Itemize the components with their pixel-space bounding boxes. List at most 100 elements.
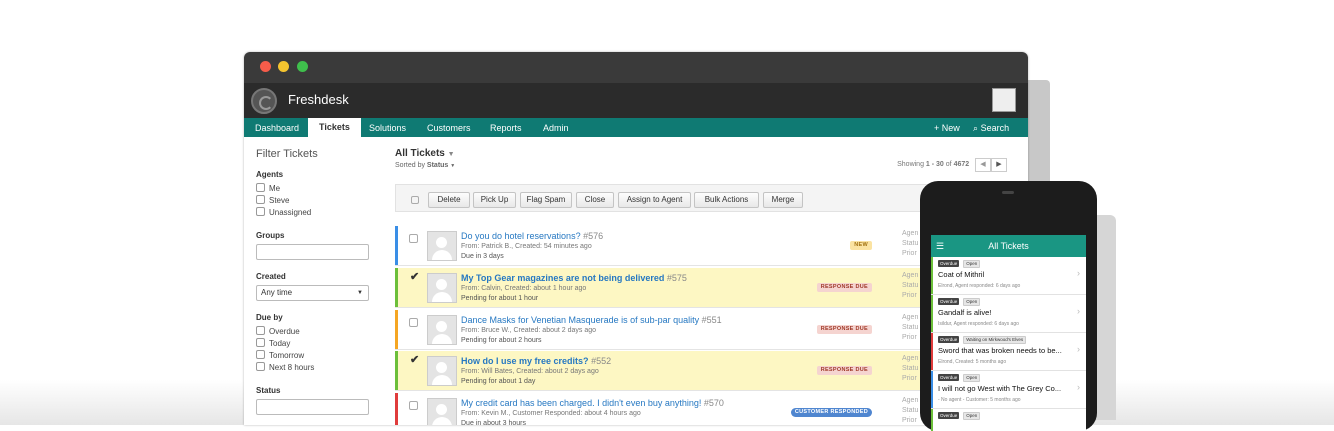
main-nav: Dashboard Tickets Solutions Customers Re… — [244, 118, 1028, 137]
checkbox[interactable] — [256, 207, 265, 216]
new-button[interactable]: + New — [934, 123, 960, 133]
window-titlebar — [244, 52, 1028, 83]
close-window-icon[interactable] — [260, 61, 271, 72]
ticket-subject[interactable]: My Top Gear magazines are not being deli… — [461, 273, 687, 283]
close-button[interactable]: Close — [576, 192, 614, 208]
sort-value: Status — [426, 162, 449, 169]
requester-avatar[interactable] — [427, 315, 457, 345]
checkmark-icon[interactable]: ✔ — [410, 270, 419, 283]
minimize-window-icon[interactable] — [278, 61, 289, 72]
option-label: Overdue — [269, 327, 300, 336]
ticket-number: #575 — [666, 273, 687, 283]
checkbox[interactable] — [256, 362, 265, 371]
phone-ticket-item[interactable]: Overdue Open I will not go West with The G… — [931, 371, 1086, 409]
select-all-checkbox[interactable] — [411, 196, 419, 204]
pick-up-button[interactable]: Pick Up — [473, 192, 516, 208]
phone-ticket-meta: Elrond, Agent responded: 6 days ago — [938, 283, 1021, 289]
filter-sidebar: Filter Tickets Agents Me Steve Unassigne… — [256, 148, 376, 415]
status-heading: Status — [256, 386, 281, 395]
search-button[interactable]: ⌕ Search — [973, 123, 1009, 134]
bulk-actions-button[interactable]: Bulk Actions — [694, 192, 759, 208]
app-header: Freshdesk — [244, 83, 1028, 118]
paging-prefix: Showing — [897, 161, 924, 168]
phone-ticket-item[interactable]: Overdue Open Gandalf is alive! Isildur, Age… — [931, 295, 1086, 333]
menu-icon[interactable]: ☰ — [936, 235, 944, 257]
status-color-bar — [395, 393, 398, 425]
tab-admin[interactable]: Admin — [543, 123, 569, 133]
status-input[interactable] — [256, 399, 369, 415]
user-avatar[interactable] — [992, 88, 1016, 112]
row-checkbox[interactable] — [409, 318, 418, 327]
status-color-bar — [395, 310, 398, 349]
flag-spam-button[interactable]: Flag Spam — [520, 192, 572, 208]
bulk-toolbar: Delete Pick Up Flag Spam Close Assign to… — [395, 184, 995, 212]
status-color-bar — [931, 409, 933, 431]
tab-reports[interactable]: Reports — [490, 123, 522, 133]
ticket-row[interactable]: My credit card has been charged. I didn'… — [395, 393, 995, 425]
ticket-properties: Agen Statu Prior — [902, 314, 919, 341]
ticket-tag: Overdue — [938, 260, 960, 267]
tab-solutions[interactable]: Solutions — [369, 123, 406, 133]
phone-ticket-title: Gandalf is alive! — [938, 308, 992, 317]
new-label: New — [941, 123, 960, 133]
due-option-next-8-hours[interactable]: Next 8 hours — [256, 362, 376, 374]
ticket-row[interactable]: ✔ My Top Gear magazines are not being del… — [395, 268, 995, 308]
row-checkbox[interactable] — [409, 234, 418, 243]
tab-dashboard[interactable]: Dashboard — [255, 123, 299, 133]
freshdesk-logo-icon[interactable] — [251, 88, 277, 114]
list-title-text: All Tickets — [395, 148, 445, 159]
ticket-row[interactable]: Dance Masks for Venetian Masquerade is o… — [395, 310, 995, 350]
ticket-tag: Open — [963, 374, 981, 382]
status-color-bar — [395, 226, 398, 265]
delete-button[interactable]: Delete — [428, 192, 470, 208]
assign-to-agent-button[interactable]: Assign to Agent — [618, 192, 691, 208]
phone-ticket-item[interactable]: Overdue Waiting on Mirkwood's Elves Sword … — [931, 333, 1086, 371]
tab-tickets[interactable]: Tickets — [308, 118, 361, 137]
phone-screen: ☰ All Tickets Overdue Open Coat of Mithril… — [931, 235, 1086, 431]
phone-ticket-list: Overdue Open Coat of Mithril Elrond, Agent … — [931, 257, 1086, 431]
ticket-subject[interactable]: Do you do hotel reservations? #576 — [461, 231, 603, 241]
status-badge: RESPONSE DUE — [816, 366, 872, 375]
caret-down-icon: ▼ — [357, 290, 363, 296]
ticket-number: #552 — [591, 356, 612, 366]
checkbox[interactable] — [256, 326, 265, 335]
ticket-due: Due in about 3 hours — [461, 420, 526, 425]
ticket-subject[interactable]: My credit card has been charged. I didn'… — [461, 398, 724, 408]
phone-speaker — [1002, 191, 1014, 194]
ticket-row[interactable]: Do you do hotel reservations? #576 From: … — [395, 226, 995, 266]
option-label: Tomorrow — [269, 351, 305, 360]
phone-ticket-meta: Elrond, Created: 5 months ago — [938, 359, 1007, 365]
due-option-overdue[interactable]: Overdue — [256, 326, 376, 338]
ticket-tag: Overdue — [938, 412, 960, 419]
agent-option-steve[interactable]: Steve — [256, 195, 376, 207]
requester-avatar[interactable] — [427, 398, 457, 425]
browser-window: Freshdesk Dashboard Tickets Solutions Cu… — [244, 52, 1028, 425]
row-checkbox[interactable] — [409, 401, 418, 410]
prev-page-button[interactable]: ◀ — [975, 158, 991, 172]
phone-ticket-item[interactable]: Overdue Open — [931, 409, 1086, 431]
requester-avatar[interactable] — [427, 356, 457, 386]
agent-option-unassigned[interactable]: Unassigned — [256, 207, 376, 219]
requester-avatar[interactable] — [427, 231, 457, 261]
tab-customers[interactable]: Customers — [427, 123, 471, 133]
checkmark-icon[interactable]: ✔ — [410, 353, 419, 366]
checkbox[interactable] — [256, 338, 265, 347]
due-option-today[interactable]: Today — [256, 338, 376, 350]
due-option-tomorrow[interactable]: Tomorrow — [256, 350, 376, 362]
merge-button[interactable]: Merge — [763, 192, 803, 208]
ticket-subject[interactable]: Dance Masks for Venetian Masquerade is o… — [461, 315, 722, 325]
ticket-subject[interactable]: How do I use my free credits? #552 — [461, 356, 611, 366]
next-page-button[interactable]: ▶ — [991, 158, 1007, 172]
checkbox[interactable] — [256, 350, 265, 359]
ticket-row[interactable]: ✔ How do I use my free credits? #552 From:… — [395, 351, 995, 391]
ticket-meta: From: Bruce W., Created: about 2 days ag… — [461, 327, 597, 334]
created-select[interactable]: Any time ▼ — [256, 285, 369, 301]
phone-ticket-item[interactable]: Overdue Open Coat of Mithril Elrond, Agent … — [931, 257, 1086, 295]
agent-option-me[interactable]: Me — [256, 183, 376, 195]
groups-input[interactable] — [256, 244, 369, 260]
checkbox[interactable] — [256, 195, 265, 204]
requester-avatar[interactable] — [427, 273, 457, 303]
phone-ticket-meta: - No agent - Customer: 5 months ago — [938, 397, 1021, 403]
maximize-window-icon[interactable] — [297, 61, 308, 72]
checkbox[interactable] — [256, 183, 265, 192]
